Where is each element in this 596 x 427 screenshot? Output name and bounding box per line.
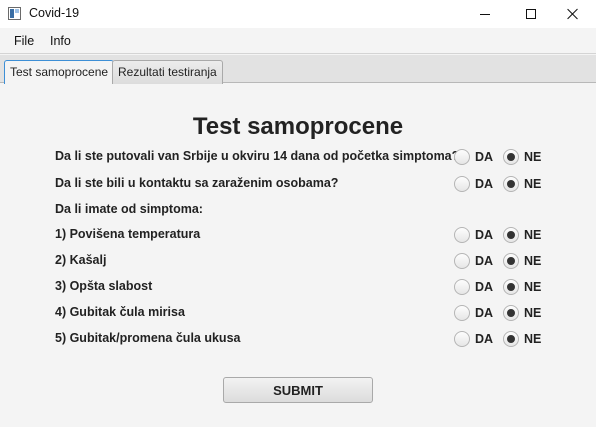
question-row: 1) Povišena temperatura DA NE bbox=[55, 225, 555, 245]
radio-da[interactable]: DA bbox=[454, 329, 493, 349]
radio-da-label: DA bbox=[475, 177, 494, 191]
question-label: 3) Opšta slabost bbox=[55, 279, 153, 293]
menu-bar: File Info bbox=[0, 28, 596, 54]
window-title: Covid-19 bbox=[29, 6, 80, 20]
close-button[interactable] bbox=[550, 0, 596, 28]
symptoms-heading: Da li imate od simptoma: bbox=[55, 202, 203, 216]
radio-da-label: DA bbox=[475, 332, 494, 346]
question-label: Da li ste bili u kontaktu sa zaraženim o… bbox=[55, 176, 339, 190]
app-icon bbox=[8, 7, 21, 20]
radio-button[interactable] bbox=[454, 227, 470, 243]
close-icon bbox=[567, 8, 579, 20]
radio-da-label: DA bbox=[475, 254, 494, 268]
question-label: 5) Gubitak/promena čula ukusa bbox=[55, 331, 241, 345]
radio-ne-label: NE bbox=[524, 306, 542, 320]
page-title: Test samoprocene bbox=[192, 113, 404, 140]
radio-da[interactable]: DA bbox=[454, 303, 493, 323]
question-row: 3) Opšta slabost DA NE bbox=[55, 277, 555, 297]
radio-button-checked[interactable] bbox=[503, 279, 519, 295]
radio-button-checked[interactable] bbox=[503, 253, 519, 269]
symptoms-heading-row: Da li imate od simptoma: bbox=[55, 200, 555, 220]
question-label: Da li ste putovali van Srbije u okviru 1… bbox=[55, 149, 460, 163]
radio-ne-label: NE bbox=[524, 150, 542, 164]
maximize-button[interactable] bbox=[508, 0, 554, 28]
question-row: 2) Kašalj DA NE bbox=[55, 251, 555, 271]
radio-ne-label: NE bbox=[524, 280, 542, 294]
radio-da[interactable]: DA bbox=[454, 277, 493, 297]
radio-button-checked[interactable] bbox=[503, 176, 519, 192]
radio-da-label: DA bbox=[475, 306, 494, 320]
radio-ne[interactable]: NE bbox=[503, 251, 541, 271]
radio-ne-label: NE bbox=[524, 177, 542, 191]
radio-ne[interactable]: NE bbox=[503, 329, 541, 349]
radio-ne[interactable]: NE bbox=[503, 277, 541, 297]
menu-info[interactable]: Info bbox=[50, 34, 71, 48]
radio-button[interactable] bbox=[454, 279, 470, 295]
radio-button[interactable] bbox=[454, 305, 470, 321]
submit-button[interactable]: SUBMIT bbox=[223, 377, 373, 403]
minimize-icon bbox=[480, 13, 490, 15]
question-label: 2) Kašalj bbox=[55, 253, 107, 267]
question-row: 5) Gubitak/promena čula ukusa DA NE bbox=[55, 329, 555, 349]
radio-button-checked[interactable] bbox=[503, 305, 519, 321]
radio-button[interactable] bbox=[454, 149, 470, 165]
radio-button-checked[interactable] bbox=[503, 149, 519, 165]
radio-ne[interactable]: NE bbox=[503, 174, 541, 194]
radio-da-label: DA bbox=[475, 150, 494, 164]
radio-ne-label: NE bbox=[524, 332, 542, 346]
radio-da[interactable]: DA bbox=[454, 174, 493, 194]
radio-da[interactable]: DA bbox=[454, 225, 493, 245]
radio-ne[interactable]: NE bbox=[503, 147, 541, 167]
radio-da[interactable]: DA bbox=[454, 147, 493, 167]
radio-da-label: DA bbox=[475, 280, 494, 294]
question-label: 1) Povišena temperatura bbox=[55, 227, 201, 241]
radio-ne-label: NE bbox=[524, 254, 542, 268]
question-row: Da li ste putovali van Srbije u okviru 1… bbox=[55, 147, 555, 167]
minimize-button[interactable] bbox=[462, 0, 508, 28]
tab-content: Test samoprocene Da li ste putovali van … bbox=[0, 83, 596, 427]
radio-ne-label: NE bbox=[524, 228, 542, 242]
tab-test-samoprocene[interactable]: Test samoprocene bbox=[4, 60, 115, 84]
maximize-icon bbox=[526, 9, 536, 19]
radio-da[interactable]: DA bbox=[454, 251, 493, 271]
menu-file[interactable]: File bbox=[14, 34, 34, 48]
radio-button-checked[interactable] bbox=[503, 331, 519, 347]
radio-button-checked[interactable] bbox=[503, 227, 519, 243]
radio-button[interactable] bbox=[454, 253, 470, 269]
question-row: Da li ste bili u kontaktu sa zaraženim o… bbox=[55, 174, 555, 194]
radio-da-label: DA bbox=[475, 228, 494, 242]
radio-ne[interactable]: NE bbox=[503, 225, 541, 245]
question-row: 4) Gubitak čula mirisa DA NE bbox=[55, 303, 555, 323]
radio-button[interactable] bbox=[454, 176, 470, 192]
tab-header: Test samoprocene Rezultati testiranja bbox=[0, 55, 596, 84]
window-titlebar: Covid-19 bbox=[0, 0, 596, 28]
radio-button[interactable] bbox=[454, 331, 470, 347]
question-label: 4) Gubitak čula mirisa bbox=[55, 305, 185, 319]
tab-rezultati-testiranja[interactable]: Rezultati testiranja bbox=[112, 60, 223, 84]
radio-ne[interactable]: NE bbox=[503, 303, 541, 323]
